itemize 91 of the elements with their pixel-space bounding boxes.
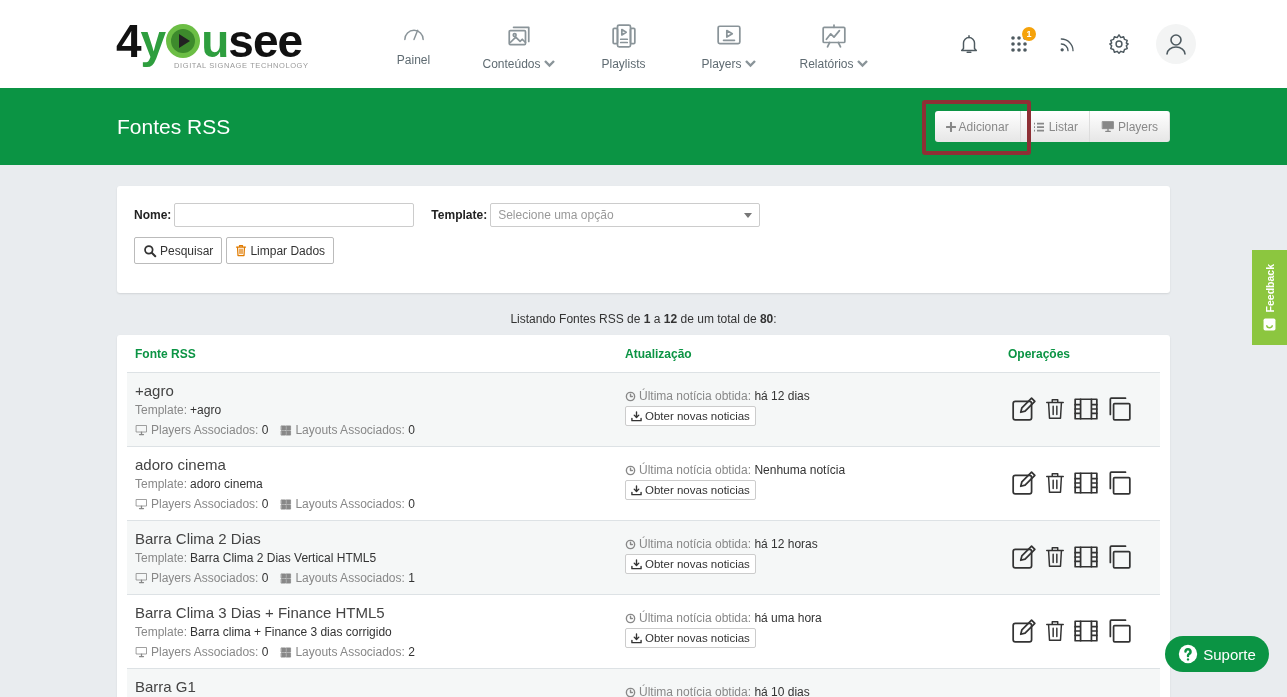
plus-icon [945, 121, 956, 132]
trash-icon [235, 244, 248, 257]
trash-icon [1044, 470, 1066, 496]
page-title: Fontes RSS [117, 114, 231, 139]
nav-item[interactable]: Relatórios [781, 17, 886, 71]
monitor-icon [135, 424, 148, 436]
apps-grid-icon[interactable] [1010, 35, 1028, 53]
trash-icon [1044, 396, 1066, 422]
download-icon [631, 484, 642, 496]
monitor-icon [135, 498, 148, 510]
field-label: Template: [431, 208, 488, 222]
film-icon [1073, 396, 1099, 422]
players-count: Players Associados: 0 [151, 423, 269, 437]
help-icon [1178, 644, 1199, 664]
clock-icon [625, 390, 636, 402]
list-icon [1031, 120, 1046, 133]
clock-icon [625, 464, 636, 476]
nav-item[interactable]: Playlists [571, 17, 676, 71]
fetch-news-button[interactable]: Obter novas noticias [625, 554, 756, 574]
user-avatar[interactable] [1156, 24, 1196, 64]
feed-title[interactable]: adoro cinema [135, 456, 625, 473]
dropdown-arrow-icon [744, 212, 753, 218]
search-icon [143, 243, 157, 258]
monitor-icon [135, 646, 148, 658]
copy-icon [1106, 470, 1132, 496]
last-update: Última notícia obtida: há 12 horas [639, 537, 818, 551]
grid-icon [280, 498, 293, 510]
column-header: Atualização [625, 346, 693, 361]
copy-icon [1106, 396, 1132, 422]
feed-title[interactable]: Barra Clima 2 Dias [135, 530, 625, 547]
film-icon [1073, 618, 1099, 644]
download-icon [631, 632, 642, 644]
smile-icon [1263, 318, 1276, 332]
layouts-count: Layouts Associados: 2 [295, 645, 415, 659]
nav-item[interactable]: Painel [361, 17, 466, 71]
listing-summary: Listando Fontes RSS de 1 a 12 de um total de 80: [509, 312, 778, 326]
grid-icon [280, 646, 293, 658]
clock-icon [625, 538, 636, 550]
grid-icon [280, 424, 293, 436]
layouts-count: Layouts Associados: 1 [295, 571, 415, 585]
film-icon [1073, 470, 1099, 496]
feed-title[interactable]: Barra G1 [135, 678, 625, 695]
logo-text: 4 [116, 18, 141, 63]
logo-text: u [201, 18, 229, 63]
players-count: Players Associados: 0 [151, 645, 269, 659]
clock-icon [625, 686, 636, 697]
clear-button[interactable]: Limpar Dados [226, 237, 335, 264]
players-count: Players Associados: 0 [151, 497, 269, 511]
layouts-count: Layouts Associados: 0 [295, 497, 415, 511]
last-update: Última notícia obtida: há 12 dias [639, 389, 810, 403]
download-icon [631, 558, 642, 570]
field-label: Nome: [134, 208, 172, 222]
name-field[interactable] [174, 203, 415, 227]
film-icon [1073, 544, 1099, 570]
person-icon [1164, 32, 1188, 56]
players-count: Players Associados: 0 [151, 571, 269, 585]
template-info: Template: Barra Clima 2 Dias Vertical HTML5 [135, 551, 378, 565]
column-header: Fonte RSS [135, 346, 197, 361]
layouts-count: Layouts Associados: 0 [295, 423, 415, 437]
monitor-icon [135, 572, 148, 584]
grid-icon [280, 572, 293, 584]
template-info: Template: Barra clima + Finance 3 dias corrigido [135, 625, 393, 639]
last-update: Última notícia obtida: há 10 dias [639, 685, 810, 697]
trash-icon [1044, 618, 1066, 644]
logo-text: see [228, 18, 303, 63]
feed-title[interactable]: Barra Clima 3 Dias + Finance HTML5 [135, 604, 625, 621]
template-info: Template: +agro [135, 403, 223, 417]
notification-badge: 1 [1022, 27, 1036, 41]
fetch-news-button[interactable]: Obter novas noticias [625, 480, 756, 500]
feed-title[interactable]: +agro [135, 382, 625, 399]
trash-icon [1044, 544, 1066, 570]
fetch-news-button[interactable]: Obter novas noticias [625, 628, 756, 648]
edit-icon [1011, 544, 1037, 570]
last-update: Última notícia obtida: há uma hora [639, 611, 822, 625]
edit-icon [1011, 470, 1037, 496]
fetch-news-button[interactable]: Obter novas noticias [625, 406, 756, 426]
nav-item[interactable]: Players [676, 17, 781, 71]
monitor-icon [1101, 120, 1115, 133]
last-update: Última notícia obtida: Nenhuma notícia [639, 463, 846, 477]
nav-item[interactable]: Conteúdos [466, 17, 571, 71]
edit-icon [1011, 396, 1037, 422]
column-header: Operações [1008, 346, 1072, 361]
copy-icon [1106, 618, 1132, 644]
template-info: Template: adoro cinema [135, 477, 264, 491]
search-button[interactable]: Pesquisar [134, 237, 223, 264]
support-button[interactable]: Suporte [1165, 636, 1269, 672]
download-icon [631, 410, 642, 422]
copy-icon [1106, 544, 1132, 570]
play-logo-icon [165, 22, 202, 59]
clock-icon [625, 612, 636, 624]
edit-icon [1011, 618, 1037, 644]
